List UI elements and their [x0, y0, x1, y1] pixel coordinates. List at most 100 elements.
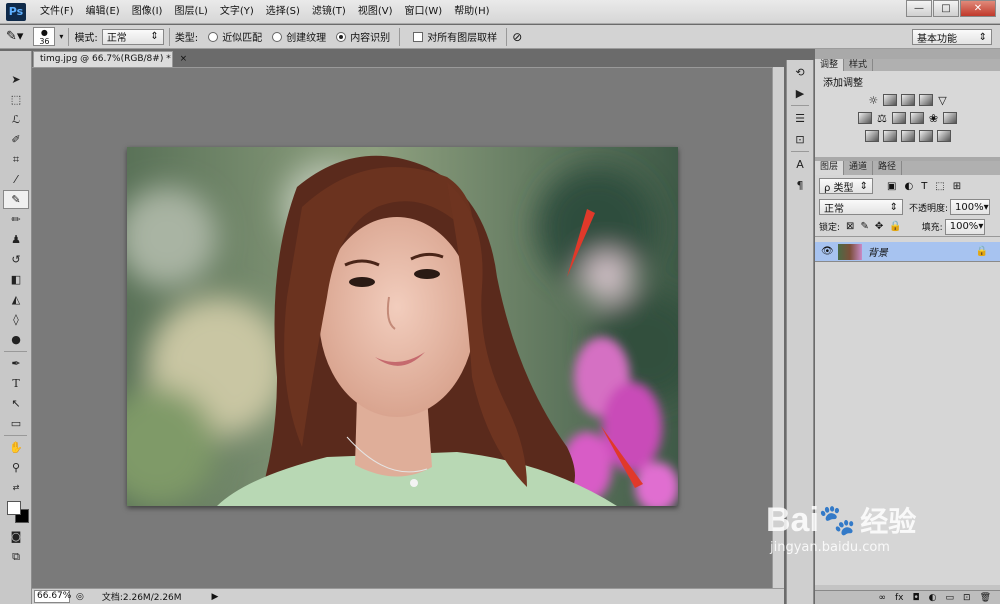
info-panel-icon[interactable]: ⊡	[789, 130, 811, 148]
crop-tool-icon[interactable]: ⌗	[3, 150, 29, 169]
screen-mode-icon[interactable]: ⧉	[3, 547, 29, 566]
channel-mixer-icon[interactable]: ❀	[929, 112, 938, 125]
zoom-tool-icon[interactable]: ⚲	[3, 458, 29, 477]
lock-pixels-icon[interactable]: ✎	[860, 221, 868, 232]
paragraph-panel-icon[interactable]: ¶	[789, 176, 811, 194]
hue-saturation-icon[interactable]	[857, 112, 872, 124]
layer-name[interactable]: 背景	[868, 244, 888, 259]
color-lookup-icon[interactable]	[943, 112, 958, 124]
tab-layers[interactable]: 图层	[815, 161, 845, 175]
photo-filter-icon[interactable]	[909, 112, 924, 124]
eye-icon[interactable]: 👁	[821, 246, 834, 257]
radio-proximity-match[interactable]	[208, 31, 219, 42]
tab-channels[interactable]: 通道	[844, 161, 874, 175]
brightness-icon[interactable]: ☼	[868, 94, 878, 107]
exposure-icon[interactable]	[919, 94, 934, 106]
radio-content-aware[interactable]	[336, 31, 347, 42]
menu-type[interactable]: 文字(Y)	[214, 0, 260, 24]
sample-all-layers-checkbox[interactable]	[413, 31, 424, 42]
eyedropper-tool-icon[interactable]: ⁄	[3, 170, 29, 189]
selective-color-icon[interactable]	[936, 130, 951, 142]
filter-pixel-icon[interactable]: ▣	[887, 181, 896, 192]
lock-transparent-icon[interactable]: ⊠	[846, 221, 854, 232]
dodge-tool-icon[interactable]: ●	[3, 330, 29, 349]
blur-tool-icon[interactable]: ◊	[3, 310, 29, 329]
filter-shape-icon[interactable]: ⬚	[935, 181, 944, 192]
menu-file[interactable]: 文件(F)	[34, 0, 80, 24]
lasso-tool-icon[interactable]: ℒ	[3, 110, 29, 129]
character-panel-icon[interactable]: A	[789, 155, 811, 173]
marquee-tool-icon[interactable]: ⬚	[3, 90, 29, 109]
brush-tool-icon[interactable]: ✏	[3, 210, 29, 229]
tab-paths[interactable]: 路径	[873, 161, 903, 175]
eraser-tool-icon[interactable]: ◧	[3, 270, 29, 289]
opacity-field[interactable]: 100% ▾	[950, 199, 991, 215]
lock-position-icon[interactable]: ✥	[875, 221, 883, 232]
minimize-button[interactable]: —	[906, 0, 932, 17]
restore-button[interactable]: □	[933, 0, 959, 17]
tab-adjustments[interactable]: 调整	[815, 59, 845, 71]
black-white-icon[interactable]	[891, 112, 906, 124]
posterize-icon[interactable]	[882, 130, 897, 142]
curves-icon[interactable]	[901, 94, 916, 106]
blend-mode-select[interactable]: 正常 ⇕	[819, 199, 903, 215]
menu-image[interactable]: 图像(I)	[126, 0, 169, 24]
zoom-level-field[interactable]: 66.67%	[34, 590, 71, 603]
mode-select[interactable]: 正常 ⇕	[101, 28, 164, 45]
menu-window[interactable]: 窗口(W)	[398, 0, 448, 24]
layer-filter-select[interactable]: ρ 类型 ⇕	[819, 178, 873, 194]
radio-create-texture[interactable]	[272, 31, 283, 42]
quick-select-tool-icon[interactable]: ✐	[3, 130, 29, 149]
color-balance-icon[interactable]: ⚖	[877, 112, 887, 125]
menu-layer[interactable]: 图层(L)	[168, 0, 213, 24]
filter-adjust-icon[interactable]: ◐	[904, 181, 913, 192]
history-panel-icon[interactable]: ⟲	[789, 63, 811, 81]
menu-filter[interactable]: 滤镜(T)	[306, 0, 352, 24]
chevron-down-icon[interactable]: ▾	[59, 32, 63, 41]
menu-select[interactable]: 选择(S)	[260, 0, 306, 24]
add-mask-icon[interactable]: ◘	[913, 593, 920, 603]
layer-row-background[interactable]: 👁 背景 🔒	[815, 242, 1000, 262]
properties-panel-icon[interactable]: ☰	[789, 109, 811, 127]
new-group-icon[interactable]: ▭	[946, 593, 955, 603]
tab-close-icon[interactable]: ×	[180, 54, 188, 64]
workspace-select[interactable]: 基本功能 ⇕	[912, 29, 992, 45]
swap-colors-icon[interactable]: ⇄	[3, 478, 29, 497]
filter-type-icon[interactable]: T	[921, 181, 927, 192]
foreground-color-swatch[interactable]	[7, 501, 21, 515]
color-swatches[interactable]	[5, 499, 29, 525]
pen-tool-icon[interactable]: ✒	[3, 354, 29, 373]
new-adjustment-icon[interactable]: ◐	[929, 593, 937, 603]
shape-tool-icon[interactable]: ▭	[3, 414, 29, 433]
levels-icon[interactable]	[883, 94, 898, 106]
history-brush-tool-icon[interactable]: ↺	[3, 250, 29, 269]
filter-smart-icon[interactable]: ⊞	[953, 181, 961, 192]
menu-edit[interactable]: 编辑(E)	[80, 0, 126, 24]
vibrance-icon[interactable]: ▽	[938, 94, 946, 107]
menu-help[interactable]: 帮助(H)	[448, 0, 495, 24]
menu-view[interactable]: 视图(V)	[352, 0, 399, 24]
clone-stamp-tool-icon[interactable]: ♟	[3, 230, 29, 249]
tab-styles[interactable]: 样式	[844, 59, 874, 71]
close-button[interactable]: ✕	[960, 0, 996, 17]
layer-style-icon[interactable]: fx	[895, 593, 904, 603]
brush-size-picker[interactable]: ● 36	[33, 27, 56, 46]
link-layers-icon[interactable]: ∞	[879, 593, 887, 603]
threshold-icon[interactable]	[900, 130, 915, 142]
pressure-icon[interactable]: ⊘	[512, 30, 522, 44]
invert-icon[interactable]	[864, 130, 879, 142]
fill-field[interactable]: 100% ▾	[944, 218, 985, 235]
path-select-tool-icon[interactable]: ↖	[3, 394, 29, 413]
actions-panel-icon[interactable]: ▶	[789, 84, 811, 102]
lock-all-icon[interactable]: 🔒	[889, 221, 901, 232]
document-tab[interactable]: timg.jpg @ 66.7%(RGB/8#) * ×	[33, 51, 187, 67]
new-layer-icon[interactable]: ⊡	[963, 593, 971, 603]
paint-bucket-tool-icon[interactable]: ◭	[3, 290, 29, 309]
status-menu-icon[interactable]: ▶	[212, 592, 219, 602]
move-tool-icon[interactable]: ➤	[3, 70, 29, 89]
healing-brush-preset-icon[interactable]: ✎▾	[6, 29, 23, 44]
hand-tool-icon[interactable]: ✋	[3, 438, 29, 457]
status-info-icon[interactable]: ◎	[76, 592, 84, 602]
type-tool-icon[interactable]: T	[3, 374, 29, 393]
quick-mask-icon[interactable]: ◙	[3, 527, 29, 546]
